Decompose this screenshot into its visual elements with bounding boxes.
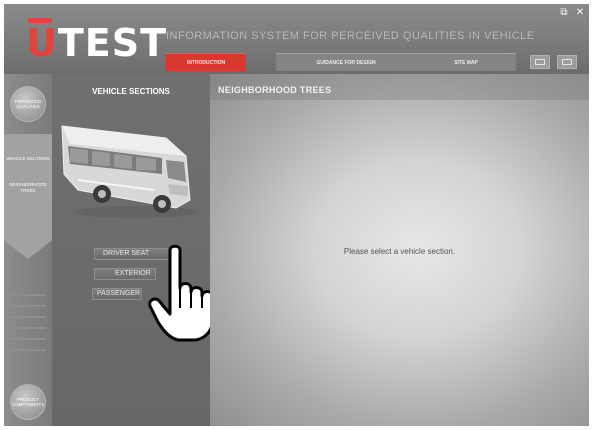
app-logo: UTEST [26, 22, 167, 64]
logo-text: TEST [57, 21, 168, 65]
window-controls: ⧉ ✕ [559, 8, 585, 18]
main-content: NEIGHBORHOOD TREES Please select a vehic… [210, 74, 589, 426]
passenger-button[interactable]: PASSENGER [92, 288, 142, 300]
exterior-button[interactable]: EXTERIOR [94, 268, 156, 280]
window-icon[interactable] [530, 55, 550, 69]
empty-state-message: Please select a vehicle section. [343, 247, 456, 256]
restore-icon[interactable]: ⧉ [559, 8, 569, 18]
rail-active-section [4, 134, 52, 259]
rail-divider-lines [10, 294, 46, 360]
left-rail: PERCEIVED QUALITIES VEHICLE SECTIONS NEI… [4, 74, 52, 426]
tab-introduction[interactable]: INTRODUCTION [166, 53, 246, 71]
product-components-button[interactable]: PRODUCT COMPONENTS [10, 384, 46, 420]
tab-site-map[interactable]: SITE MAP [416, 53, 516, 71]
close-icon[interactable]: ✕ [575, 8, 585, 18]
main-title: NEIGHBORHOOD TREES [218, 85, 332, 95]
perceived-qualities-button[interactable]: PERCEIVED QUALITIES [10, 86, 46, 122]
header-bar: UTEST INFORMATION SYSTEM FOR PERCEIVED Q… [4, 4, 589, 74]
app-title: INFORMATION SYSTEM FOR PERCEIVED QUALITI… [166, 30, 536, 42]
tab-guidance-for-design[interactable]: GUIDANCE FOR DESIGN [276, 53, 416, 71]
rail-item-vehicle-sections[interactable]: VEHICLE SECTIONS [6, 156, 50, 162]
logo-letter: U [26, 21, 58, 65]
rail-item-neighborhood-trees[interactable]: NEIGHBORHOOD TREES [6, 182, 50, 194]
app-window: UTEST INFORMATION SYSTEM FOR PERCEIVED Q… [4, 4, 589, 426]
vehicle-sections-panel: VEHICLE SECTIONS DRIVER SEAT EXTERIOR PA… [52, 74, 215, 426]
bus-illustration [61, 125, 198, 218]
vehicle-sections-title: VEHICLE SECTIONS [92, 87, 170, 96]
settings-icon[interactable] [557, 55, 577, 69]
